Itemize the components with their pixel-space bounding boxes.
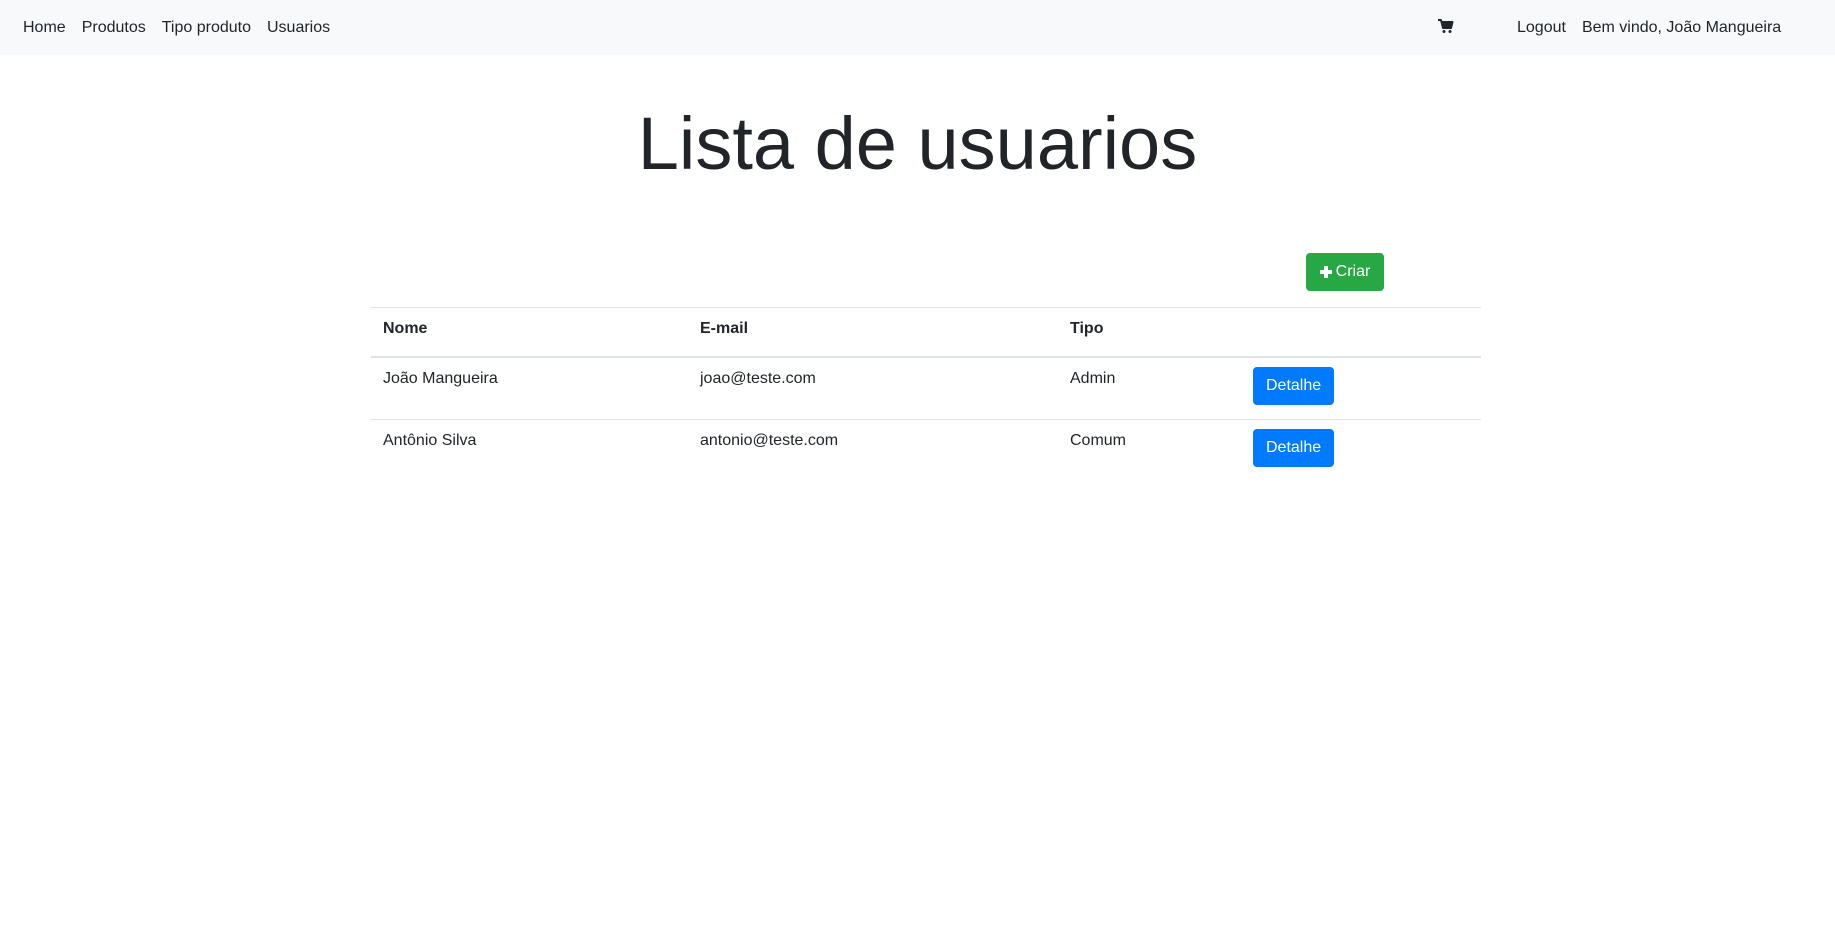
detail-button[interactable]: Detalhe <box>1253 366 1335 405</box>
logout-link[interactable]: Logout <box>1517 19 1566 37</box>
nav-link-usuarios[interactable]: Usuarios <box>267 19 330 37</box>
table-header-row: Nome E-mail Tipo <box>371 307 1481 358</box>
table-row: Antônio Silva antonio@teste.com Comum De… <box>371 419 1481 483</box>
users-table: Nome E-mail Tipo João Mangueira joao@tes… <box>371 307 1481 483</box>
cell-tipo: Admin <box>1058 356 1241 420</box>
cell-actions: Detalhe <box>1241 356 1481 420</box>
nav-link-produtos[interactable]: Produtos <box>82 19 146 37</box>
nav-user-area: Logout Bem vindo, João Mangueira <box>1517 0 1781 55</box>
nav-links: Home Produtos Tipo produto Usuarios <box>23 0 346 55</box>
plus-icon <box>1319 266 1332 278</box>
nav-link-home[interactable]: Home <box>23 19 66 37</box>
cell-nome: Antônio Silva <box>371 419 688 483</box>
header-email: E-mail <box>688 307 1058 358</box>
welcome-text: Bem vindo, João Mangueira <box>1581 18 1782 36</box>
cell-actions: Detalhe <box>1241 419 1481 483</box>
cell-nome: João Mangueira <box>371 356 688 420</box>
table-row: João Mangueira joao@teste.com Admin Deta… <box>371 356 1481 420</box>
users-table-body: João Mangueira joao@teste.com Admin Deta… <box>371 356 1481 483</box>
cell-email: joao@teste.com <box>688 356 1058 420</box>
detail-button[interactable]: Detalhe <box>1253 429 1335 467</box>
header-nome: Nome <box>371 307 688 358</box>
page-title: Lista de usuarios <box>637 102 1198 185</box>
users-table-head: Nome E-mail Tipo <box>371 307 1481 358</box>
cell-tipo: Comum <box>1058 419 1241 483</box>
nav-link-tipo-produto[interactable]: Tipo produto <box>162 19 251 37</box>
header-actions <box>1241 307 1481 358</box>
create-button-label: Criar <box>1335 263 1371 280</box>
cart-icon[interactable] <box>1437 17 1455 35</box>
cell-email: antonio@teste.com <box>688 419 1058 483</box>
create-button[interactable]: Criar <box>1306 253 1384 291</box>
header-tipo: Tipo <box>1058 307 1241 358</box>
top-navbar: Home Produtos Tipo produto Usuarios Logo… <box>0 0 1835 55</box>
